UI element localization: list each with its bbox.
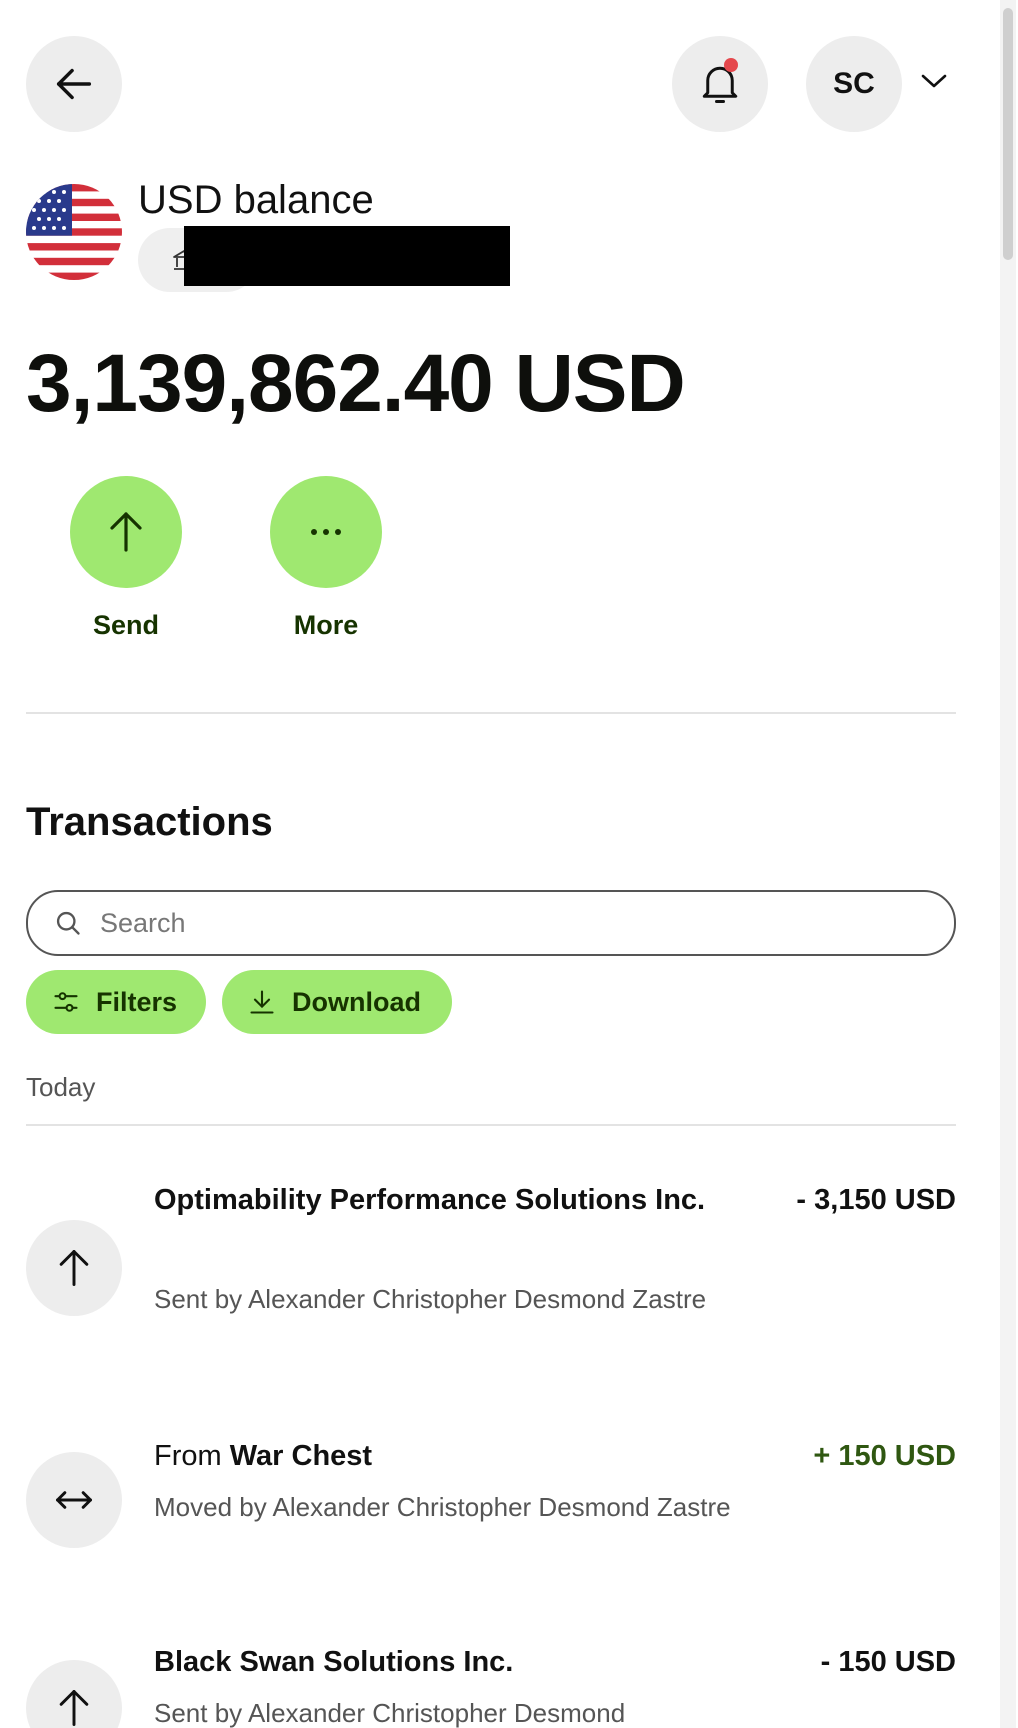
transaction-amount: - 3,150 USD bbox=[796, 1184, 956, 1216]
back-button[interactable] bbox=[26, 36, 122, 132]
chevron-down-icon[interactable] bbox=[920, 72, 948, 90]
download-button[interactable]: Download bbox=[222, 970, 452, 1034]
transaction-amount: + 150 USD bbox=[813, 1440, 956, 1472]
arrow-up-icon bbox=[59, 1250, 89, 1286]
download-label: Download bbox=[292, 986, 421, 1017]
section-divider bbox=[26, 712, 956, 714]
transaction-title-prefix: From bbox=[154, 1440, 222, 1472]
more-button[interactable] bbox=[270, 476, 382, 588]
transaction-row[interactable]: From War Chest Moved by Alexander Christ… bbox=[26, 1432, 956, 1582]
transaction-subtitle: Sent by Alexander Christopher Desmond Za… bbox=[154, 1284, 707, 1314]
notifications-button[interactable] bbox=[672, 36, 768, 132]
transaction-icon bbox=[26, 1660, 122, 1728]
us-flag-icon bbox=[26, 184, 122, 280]
balance-amount: 3,139,862.40 USD bbox=[26, 338, 686, 429]
filters-button[interactable]: Filters bbox=[26, 970, 206, 1034]
filters-label: Filters bbox=[96, 986, 178, 1017]
transaction-title: From War Chest bbox=[154, 1432, 744, 1480]
transaction-icon bbox=[26, 1220, 122, 1316]
arrow-up-icon bbox=[59, 1690, 89, 1726]
transaction-amount: - 150 USD bbox=[820, 1646, 956, 1678]
send-button[interactable] bbox=[70, 476, 182, 588]
balance-title: USD balance bbox=[138, 178, 374, 222]
send-action[interactable]: Send bbox=[70, 476, 182, 641]
sliders-icon bbox=[54, 992, 78, 1012]
usd-balance-page: SC USD balance 3,139,862.40 USD Send Mor… bbox=[0, 0, 1018, 1728]
more-label: More bbox=[293, 610, 359, 640]
transaction-title: Black Swan Solutions Inc. bbox=[154, 1646, 514, 1678]
arrow-up-icon bbox=[110, 512, 142, 552]
arrows-left-right-icon bbox=[56, 1491, 92, 1509]
page-scrollbar[interactable] bbox=[1000, 0, 1016, 1728]
transaction-title-name: War Chest bbox=[229, 1440, 373, 1472]
search-icon bbox=[56, 911, 80, 935]
transaction-subtitle: Moved by Alexander Christopher Desmond Z… bbox=[154, 1492, 731, 1522]
scrollbar-thumb[interactable] bbox=[1003, 8, 1013, 260]
date-group-label: Today bbox=[26, 1072, 96, 1102]
transaction-row[interactable]: Optimability Performance Solutions Inc. … bbox=[26, 1176, 956, 1366]
more-action[interactable]: More bbox=[270, 476, 382, 641]
arrow-left-icon bbox=[56, 68, 92, 100]
search-input[interactable] bbox=[98, 900, 922, 946]
transaction-title: Optimability Performance Solutions Inc. bbox=[154, 1184, 706, 1216]
transaction-icon bbox=[26, 1452, 122, 1548]
avatar-initials: SC bbox=[833, 67, 875, 100]
send-label: Send bbox=[92, 610, 159, 640]
more-horizontal-icon bbox=[311, 529, 341, 535]
account-avatar-button[interactable]: SC bbox=[806, 36, 902, 132]
download-icon bbox=[250, 990, 274, 1014]
notification-dot bbox=[724, 58, 738, 72]
transactions-heading: Transactions bbox=[26, 800, 273, 844]
transaction-row[interactable]: Black Swan Solutions Inc. Sent by Alexan… bbox=[26, 1638, 956, 1728]
date-group-divider bbox=[26, 1124, 956, 1126]
transaction-subtitle: Sent by Alexander Christopher Desmond bbox=[154, 1698, 626, 1728]
transaction-search[interactable] bbox=[26, 890, 956, 956]
redacted-account-details bbox=[184, 226, 510, 286]
